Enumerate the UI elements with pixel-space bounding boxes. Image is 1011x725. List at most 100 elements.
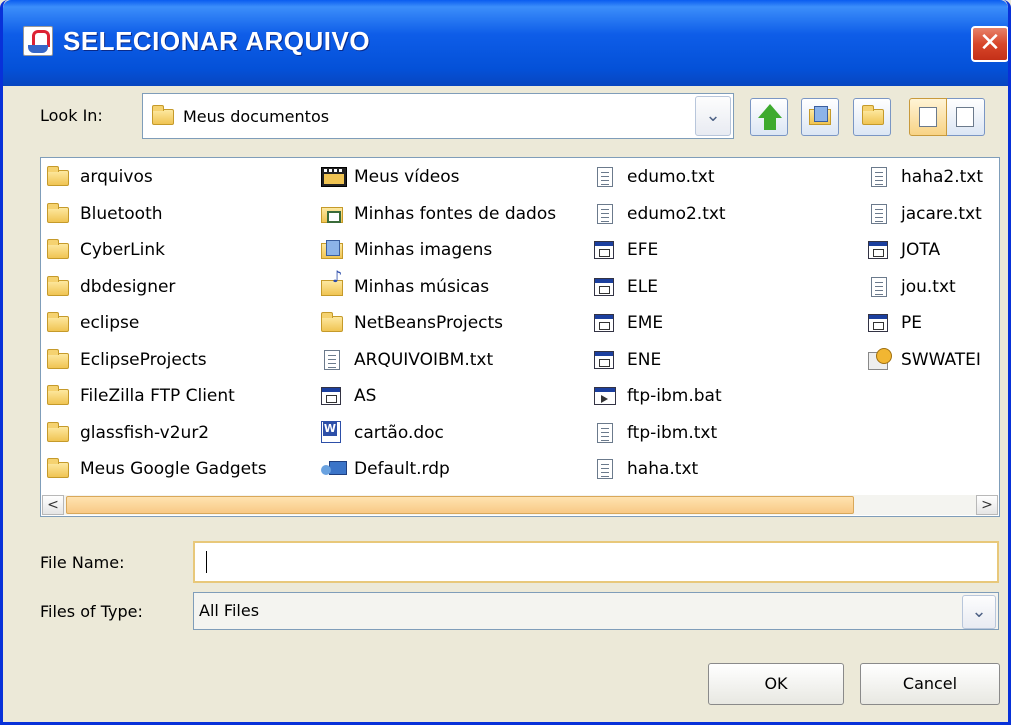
file-item-name: CyberLink (80, 240, 165, 260)
file-item-name: SWWATEI (901, 349, 981, 370)
sw-icon (868, 347, 892, 370)
file-item-name: Meus vídeos (354, 167, 460, 187)
folder-icon (321, 312, 343, 332)
up-one-level-button[interactable] (750, 98, 788, 136)
txt-icon (597, 203, 613, 224)
file-item-name: dbdesigner (80, 276, 176, 297)
look-in-label: Look In: (40, 106, 103, 125)
up-arrow-icon (758, 104, 782, 118)
file-item-name: ftp-ibm.bat (627, 386, 722, 406)
data-icon (321, 206, 343, 223)
scrollbar-thumb[interactable] (66, 496, 854, 514)
new-folder-icon (862, 105, 884, 125)
folder-icon (152, 105, 174, 125)
exe-icon (594, 277, 614, 296)
file-item-name: EME (627, 313, 664, 333)
file-item-name: EFE (627, 240, 659, 260)
images-icon (321, 240, 343, 259)
details-view-icon (956, 107, 974, 127)
file-item-name: arquivos (80, 167, 153, 187)
new-folder-button[interactable] (853, 98, 891, 136)
file-item-name: eclipse (80, 313, 140, 333)
file-item-name: haha.txt (627, 459, 699, 479)
folder-icon (47, 166, 69, 186)
file-item-name: Minhas músicas (354, 276, 490, 297)
txt-icon (871, 203, 887, 224)
file-item-name: haha2.txt (901, 167, 983, 187)
folder-icon (47, 202, 69, 223)
scroll-left-button[interactable]: < (42, 495, 64, 515)
file-item-name: ftp-ibm.txt (627, 422, 718, 443)
files-of-type-label: Files of Type: (40, 602, 143, 621)
folder-icon (47, 312, 69, 332)
cancel-button[interactable]: Cancel (860, 663, 1000, 705)
bat-icon (594, 387, 616, 405)
exe-icon (594, 241, 614, 259)
file-item-name: JOTA (901, 240, 941, 260)
file-item-name: PE (901, 313, 922, 333)
txt-icon (597, 459, 613, 479)
java-cup-icon (23, 26, 53, 56)
file-item-name: glassfish-v2ur2 (80, 422, 210, 443)
txt-icon (871, 167, 887, 187)
file-list[interactable]: arquivos Bluetooth CyberLink dbdesigner ecli… (40, 157, 1000, 517)
details-view-button[interactable] (947, 98, 985, 136)
exe-icon (868, 314, 888, 332)
scroll-right-button[interactable]: > (976, 495, 998, 515)
close-button[interactable]: ✕ (971, 26, 1008, 62)
home-button[interactable] (801, 98, 839, 136)
files-of-type-value: All Files (199, 601, 260, 620)
exe-icon (594, 350, 614, 369)
home-icon (809, 106, 831, 125)
look-in-combo[interactable]: Meus documentos ⌄ (142, 93, 734, 139)
folder-icon (47, 421, 69, 442)
chevron-down-icon[interactable]: ⌄ (962, 595, 996, 629)
file-chooser-dialog: SELECIONAR ARQUIVO ✕ Look In: Meus docum… (0, 0, 1011, 725)
file-item-name: Bluetooth (80, 203, 163, 224)
file-item-name: EclipseProjects (80, 349, 207, 370)
file-name-label: File Name: (40, 553, 125, 572)
file-item-name: Default.rdp (354, 459, 450, 479)
folder-icon (47, 239, 69, 259)
file-item-name: AS (354, 386, 377, 406)
exe-icon (321, 387, 341, 405)
video-icon (321, 167, 347, 187)
file-name-input[interactable] (193, 541, 999, 583)
folder-icon (47, 385, 69, 405)
file-item-name: Minhas fontes de dados (354, 203, 557, 224)
folder-icon (47, 275, 69, 296)
text-caret (206, 551, 207, 573)
list-view-icon (919, 107, 937, 127)
rdp-icon (321, 459, 347, 479)
file-item-name: edumo2.txt (627, 203, 726, 224)
doc-icon (321, 420, 341, 443)
folder-icon (47, 458, 69, 478)
file-item-name: ENE (627, 349, 662, 370)
horizontal-scrollbar[interactable]: < > (42, 495, 998, 515)
title-bar[interactable]: SELECIONAR ARQUIVO ✕ (3, 0, 1008, 86)
txt-icon (597, 167, 613, 187)
folder-icon (47, 348, 69, 369)
file-item-name: jou.txt (901, 276, 956, 297)
txt-icon (597, 422, 613, 443)
dialog-title: SELECIONAR ARQUIVO (63, 26, 371, 56)
look-in-value: Meus documentos (183, 107, 330, 126)
exe-icon (594, 314, 614, 332)
up-arrow-icon-stem (764, 118, 776, 130)
file-item-name: jacare.txt (901, 203, 982, 224)
file-item-name: edumo.txt (627, 167, 715, 187)
music-icon (321, 269, 343, 296)
file-item-name: Minhas imagens (354, 240, 493, 260)
file-item-name: ELE (627, 276, 658, 297)
file-item-name: cartão.doc (354, 422, 444, 443)
file-item-name: ARQUIVOIBM.txt (354, 349, 494, 370)
file-item-name: FileZilla FTP Client (80, 386, 235, 406)
txt-icon (871, 276, 887, 297)
list-view-button[interactable] (909, 98, 947, 136)
ok-button[interactable]: OK (708, 663, 844, 705)
files-of-type-combo[interactable]: All Files ⌄ (193, 592, 999, 630)
txt-icon (324, 349, 340, 370)
file-item-name: Meus Google Gadgets (80, 459, 267, 479)
chevron-down-icon[interactable]: ⌄ (695, 96, 731, 136)
exe-icon (868, 241, 888, 259)
